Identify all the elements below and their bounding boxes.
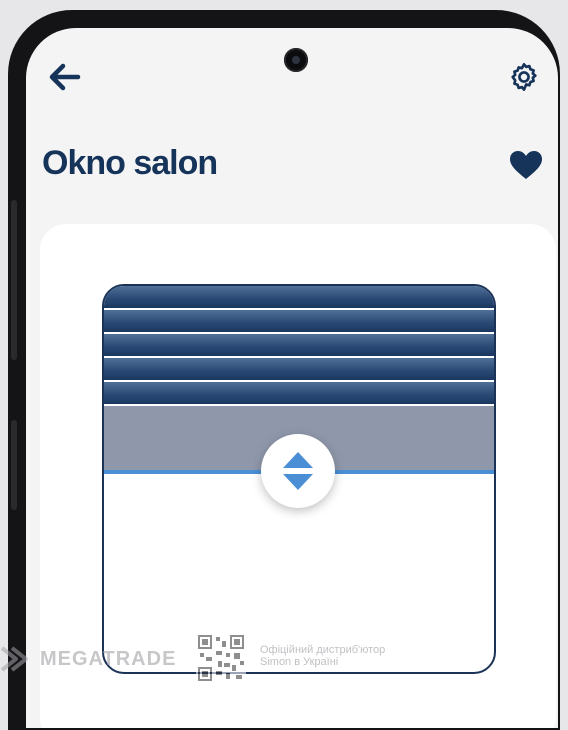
blind-position-handle[interactable] (261, 434, 335, 508)
power-button (11, 420, 17, 510)
app-screen: Okno salon (26, 28, 558, 728)
front-camera (284, 48, 308, 72)
blind-visualization[interactable] (102, 284, 496, 674)
heart-icon[interactable] (508, 149, 544, 181)
blind-slat (104, 358, 494, 380)
gear-icon[interactable] (508, 61, 540, 93)
watermark-brand: MEGATRADE (40, 648, 177, 670)
qr-code-icon (196, 633, 246, 683)
blind-slat (104, 382, 494, 404)
watermark-caption-line1: Офіційний дистриб'ютор (260, 644, 386, 656)
blind-slat (104, 334, 494, 356)
up-down-arrows-icon (283, 452, 313, 490)
page-title: Okno salon (42, 144, 218, 182)
watermark-caption-line2: Simon в Україні (260, 656, 339, 668)
blind-slat (104, 286, 494, 308)
megatrade-logo-icon (0, 646, 28, 672)
watermark-caption: Офіційний дистриб'ютор Simon в Україні (260, 644, 385, 668)
volume-button (11, 200, 17, 360)
arrow-left-icon[interactable] (48, 62, 82, 92)
phone-frame: Okno salon (8, 10, 560, 730)
blind-slats (104, 286, 494, 406)
blind-slat (104, 310, 494, 332)
distributor-watermark: MEGATRADE Офіційний дистриб'ютор Simon в… (0, 630, 568, 686)
